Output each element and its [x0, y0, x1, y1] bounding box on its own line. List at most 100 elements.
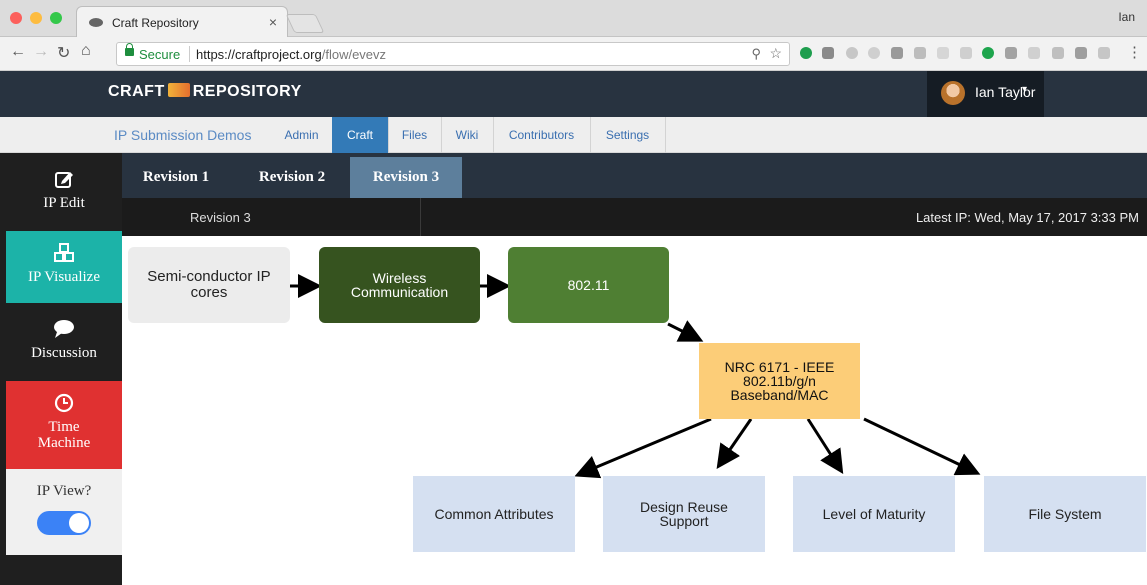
extension-icon[interactable]: [982, 47, 994, 59]
sidebar-label: Discussion: [31, 345, 97, 361]
edge-arrow: [863, 417, 981, 476]
browser-window: Craft Repository × Ian ← → ↻ ⌂ Secure ht…: [0, 0, 1147, 585]
logo-text-right: REPOSITORY: [192, 83, 302, 100]
revision-tabs: Revision 1 Revision 2 Revision 3: [122, 153, 1147, 198]
back-icon[interactable]: ←: [10, 43, 26, 61]
extension-icon[interactable]: [891, 47, 903, 59]
tab-title: Craft Repository: [112, 16, 199, 30]
node-design-reuse-support[interactable]: Design Reuse Support: [603, 476, 765, 552]
node-label: 802.11b/g/n: [743, 373, 816, 389]
node-nrc-6171[interactable]: NRC 6171 - IEEE 802.11b/g/n Baseband/MAC: [699, 343, 860, 419]
node-common-attributes[interactable]: Common Attributes: [413, 476, 575, 552]
zoom-icon[interactable]: ⚲: [751, 46, 761, 62]
tab-revision-3[interactable]: Revision 3: [350, 157, 462, 198]
browser-toolbar: ← → ↻ ⌂ Secure https://craftproject.org/…: [0, 37, 1147, 71]
ip-view-label: IP View?: [36, 483, 92, 499]
node-label: Wireless: [372, 270, 427, 286]
node-label: Design Reuse: [640, 499, 728, 515]
url-host: https://craftproject.org: [196, 47, 322, 62]
extension-icon[interactable]: [960, 47, 972, 59]
logo-text-left: CRAFT: [108, 83, 165, 100]
cubes-icon: [54, 243, 74, 262]
favicon-icon: [89, 18, 103, 27]
extension-icon[interactable]: [800, 47, 812, 59]
profile-name[interactable]: Ian: [1118, 10, 1135, 24]
nav-craft[interactable]: Craft: [332, 117, 388, 153]
craft-logo[interactable]: CRAFT REPOSITORY: [108, 83, 302, 101]
ip-view-toggle[interactable]: [37, 511, 91, 535]
toggle-knob: [69, 513, 89, 533]
sidebar-item-ip-visualize[interactable]: IP Visualize: [6, 231, 122, 303]
nav-settings[interactable]: Settings: [590, 117, 665, 153]
node-label: Communication: [350, 284, 449, 300]
extension-icon[interactable]: [937, 47, 949, 59]
nav-contributors[interactable]: Contributors: [493, 117, 590, 153]
reload-icon[interactable]: ↻: [57, 43, 70, 63]
address-bar[interactable]: Secure https://craftproject.org/flow/eve…: [116, 42, 790, 66]
caret-down-icon: ▾: [1022, 84, 1028, 95]
node-wireless-communication[interactable]: Wireless Communication: [319, 247, 480, 323]
app-header: CRAFT REPOSITORY Ian Taylor ▾: [0, 71, 1147, 117]
maximize-window-icon[interactable]: [50, 12, 62, 24]
sidebar-label: IP Edit: [43, 195, 85, 211]
menu-kebab-icon[interactable]: ⋮: [1127, 43, 1142, 61]
nav-divider: [665, 117, 666, 153]
node-label: Common Attributes: [434, 506, 554, 522]
sidebar-item-discussion[interactable]: Discussion: [6, 303, 122, 381]
tab-strip: Craft Repository × Ian: [0, 0, 1147, 38]
extension-icon[interactable]: [1052, 47, 1064, 59]
sidebar-label: IP Visualize: [27, 269, 100, 285]
omnibox-divider: [189, 46, 190, 62]
sidebar-item-ip-edit[interactable]: IP Edit: [6, 153, 122, 229]
node-label: Baseband/MAC: [730, 387, 829, 403]
node-label: Semi-conductor IP: [147, 268, 271, 285]
bookmark-star-icon[interactable]: ☆: [769, 45, 782, 62]
nav-admin[interactable]: Admin: [274, 117, 329, 153]
node-semiconductor-ip-cores[interactable]: Semi-conductor IP cores: [128, 247, 290, 323]
extension-icon[interactable]: [1028, 47, 1040, 59]
tool-sidebar: IP Edit IP Visualize Discussion Time Mac…: [6, 153, 122, 585]
ip-view-panel: IP View?: [6, 469, 122, 555]
edge-arrow: [574, 417, 712, 479]
extension-icon[interactable]: [1005, 47, 1017, 59]
latest-ip-timestamp: Latest IP: Wed, May 17, 2017 3:33 PM: [915, 210, 1139, 225]
tab-revision-1[interactable]: Revision 1: [122, 157, 230, 198]
node-802-11[interactable]: 802.11: [508, 247, 669, 323]
extension-icon[interactable]: [822, 47, 834, 59]
secure-label: Secure: [139, 47, 181, 62]
node-label: NRC 6171 - IEEE: [724, 359, 835, 375]
extension-icon[interactable]: [1075, 47, 1087, 59]
nav-files[interactable]: Files: [388, 117, 441, 153]
extension-icon[interactable]: [868, 47, 880, 59]
revision-info-bar: Revision 3 Latest IP: Wed, May 17, 2017 …: [122, 198, 1147, 236]
extension-icon[interactable]: [1098, 47, 1110, 59]
node-label: Support: [659, 513, 709, 529]
sidebar-item-time-machine[interactable]: Time Machine: [6, 381, 122, 469]
edge-arrow: [667, 320, 704, 342]
node-file-system[interactable]: File System: [984, 476, 1146, 552]
url-path: /flow/evevz: [321, 47, 387, 62]
home-icon[interactable]: ⌂: [81, 42, 91, 60]
nav-wiki[interactable]: Wiki: [441, 117, 493, 153]
logo-mark-icon: [167, 83, 190, 97]
lock-icon: [125, 43, 134, 56]
user-menu[interactable]: Ian Taylor ▾: [927, 71, 1044, 117]
node-label: cores: [190, 284, 228, 301]
minimize-window-icon[interactable]: [30, 12, 42, 24]
extension-icon[interactable]: [914, 47, 926, 59]
project-title[interactable]: IP Submission Demos: [114, 127, 251, 143]
new-tab-button[interactable]: [285, 14, 325, 33]
forward-icon[interactable]: →: [33, 43, 49, 61]
node-level-of-maturity[interactable]: Level of Maturity: [793, 476, 955, 552]
browser-tab[interactable]: Craft Repository ×: [76, 6, 288, 38]
close-window-icon[interactable]: [10, 12, 22, 24]
tab-revision-2[interactable]: Revision 2: [238, 157, 346, 198]
clock-icon: [54, 393, 74, 413]
node-label: File System: [1028, 506, 1102, 522]
sidebar-label-line2: Machine: [37, 435, 91, 451]
node-label: 802.11: [567, 277, 610, 293]
tab-close-icon[interactable]: ×: [269, 14, 277, 30]
ip-diagram: Semi-conductor IP cores Wireless Communica…: [122, 236, 1147, 585]
extension-icon[interactable]: [846, 47, 858, 59]
url-text[interactable]: https://craftproject.org/flow/evevz: [196, 47, 386, 62]
